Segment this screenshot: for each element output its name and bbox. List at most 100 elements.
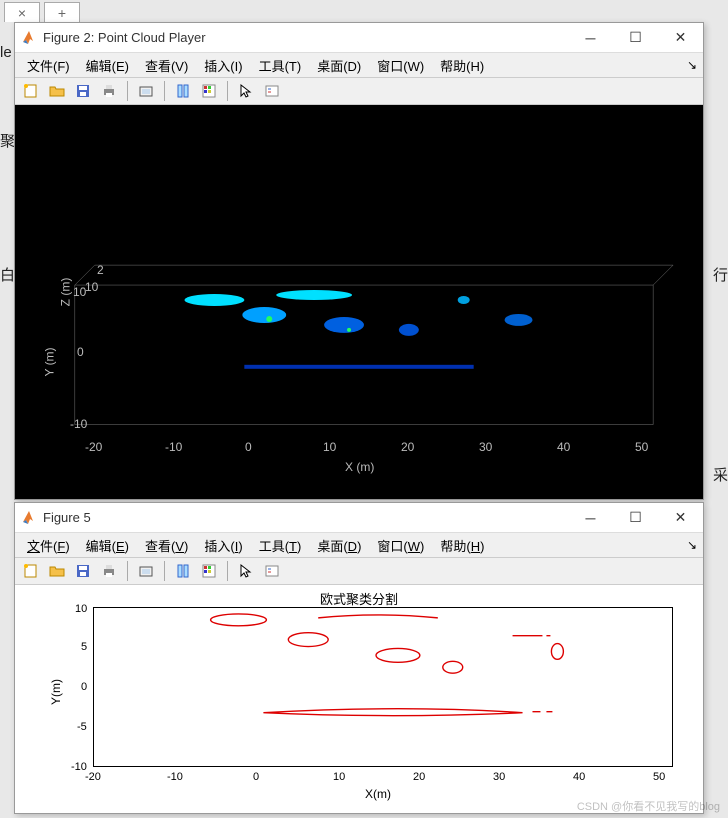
cluster-plot [93, 607, 673, 767]
print-preview-icon[interactable] [134, 79, 158, 103]
colorbar-icon[interactable] [197, 79, 221, 103]
menu-help[interactable]: 帮助(H) [434, 534, 490, 557]
toolbar [15, 77, 703, 105]
window-title: Figure 5 [43, 510, 91, 525]
print-icon[interactable] [97, 79, 121, 103]
x-tick: 40 [557, 440, 570, 454]
menu-insert[interactable]: 插入(I) [198, 54, 248, 77]
link-axes-icon[interactable] [171, 79, 195, 103]
bg-text: 采 [713, 464, 728, 485]
y-tick: -5 [77, 721, 87, 733]
menu-overflow-icon[interactable]: ↘ [687, 58, 697, 72]
open-icon[interactable] [45, 559, 69, 583]
titlebar[interactable]: Figure 5 ─ ☐ ✕ [15, 503, 703, 533]
colorbar-icon[interactable] [197, 559, 221, 583]
x-tick: -20 [85, 440, 102, 454]
separator [127, 81, 128, 101]
x-tick: 50 [653, 771, 665, 783]
separator [227, 81, 228, 101]
separator [164, 81, 165, 101]
point-cloud-plot [15, 105, 703, 499]
minimize-button[interactable]: ─ [568, 23, 613, 53]
menu-tools[interactable]: 工具(T) [253, 54, 308, 77]
menu-overflow-icon[interactable]: ↘ [687, 538, 697, 552]
menu-help[interactable]: 帮助(H) [434, 54, 490, 77]
x-tick: 0 [245, 440, 252, 454]
menu-window[interactable]: 窗口(W) [371, 534, 430, 557]
open-icon[interactable] [45, 79, 69, 103]
close-button[interactable]: ✕ [658, 23, 703, 53]
y-axis-label: Y (m) [43, 347, 57, 376]
y-tick: -10 [70, 417, 87, 431]
legend-icon[interactable] [260, 79, 284, 103]
bg-tab-add[interactable]: + [44, 2, 80, 22]
menu-desktop[interactable]: 桌面(D) [311, 534, 367, 557]
print-preview-icon[interactable] [134, 559, 158, 583]
bg-text: le [0, 44, 12, 61]
z-tick: 2 [97, 263, 104, 277]
x-axis-label: X(m) [365, 787, 391, 801]
y-axis-label: Y(m) [49, 679, 63, 705]
matlab-icon [21, 510, 37, 526]
x-tick: 0 [253, 771, 259, 783]
x-tick: -10 [167, 771, 183, 783]
x-tick: 50 [635, 440, 648, 454]
menu-file[interactable]: 文文件(F)件(F) [21, 534, 76, 557]
x-tick: 40 [573, 771, 585, 783]
new-figure-icon[interactable] [19, 79, 43, 103]
menubar: 文文件(F)件(F) 编辑(E) 查看(V) 插入(I) 工具(T) 桌面(D)… [15, 533, 703, 557]
titlebar[interactable]: Figure 2: Point Cloud Player ─ ☐ ✕ [15, 23, 703, 53]
separator [164, 561, 165, 581]
menu-tools[interactable]: 工具(T) [253, 534, 308, 557]
menu-desktop[interactable]: 桌面(D) [311, 54, 367, 77]
x-tick: 20 [401, 440, 414, 454]
y-tick: 0 [81, 681, 87, 693]
x-tick: 30 [493, 771, 505, 783]
z-axis-label: Z (m) [58, 278, 72, 307]
toolbar [15, 557, 703, 585]
menubar: 文件(F) 编辑(E) 查看(V) 插入(I) 工具(T) 桌面(D) 窗口(W… [15, 53, 703, 77]
maximize-button[interactable]: ☐ [613, 503, 658, 533]
plot-canvas[interactable]: 欧式聚类分割 -10 [15, 585, 703, 813]
x-tick: 10 [333, 771, 345, 783]
plot-title: 欧式聚类分割 [15, 589, 703, 608]
y-tick: 10 [75, 603, 87, 615]
x-tick: -10 [165, 440, 182, 454]
x-axis-label: X (m) [345, 460, 374, 474]
print-icon[interactable] [97, 559, 121, 583]
x-tick: -20 [85, 771, 101, 783]
figure-window-2: Figure 2: Point Cloud Player ─ ☐ ✕ 文件(F)… [14, 22, 704, 500]
y-tick: 5 [81, 641, 87, 653]
y-tick: 0 [77, 345, 84, 359]
x-tick: 20 [413, 771, 425, 783]
menu-window[interactable]: 窗口(W) [371, 54, 430, 77]
bg-text: 行 [713, 264, 728, 285]
separator [127, 561, 128, 581]
window-title: Figure 2: Point Cloud Player [43, 30, 206, 45]
pointer-icon[interactable] [234, 559, 258, 583]
link-axes-icon[interactable] [171, 559, 195, 583]
matlab-icon [21, 30, 37, 46]
x-tick: 10 [323, 440, 336, 454]
minimize-button[interactable]: ─ [568, 503, 613, 533]
bg-text: 聚 [0, 130, 15, 151]
separator [227, 561, 228, 581]
plot-canvas[interactable]: -20 -10 0 10 20 30 40 50 X (m) -10 0 10 … [15, 105, 703, 499]
bg-text: 白 [0, 264, 15, 285]
menu-edit[interactable]: 编辑(E) [80, 534, 135, 557]
pointer-icon[interactable] [234, 79, 258, 103]
bg-tab-close[interactable]: × [4, 2, 40, 22]
menu-file[interactable]: 文件(F) [21, 54, 76, 77]
legend-icon[interactable] [260, 559, 284, 583]
menu-view[interactable]: 查看(V) [139, 54, 194, 77]
new-figure-icon[interactable] [19, 559, 43, 583]
save-icon[interactable] [71, 79, 95, 103]
menu-insert[interactable]: 插入(I) [198, 534, 248, 557]
close-button[interactable]: ✕ [658, 503, 703, 533]
figure-window-5: Figure 5 ─ ☐ ✕ 文文件(F)件(F) 编辑(E) 查看(V) 插入… [14, 502, 704, 814]
maximize-button[interactable]: ☐ [613, 23, 658, 53]
watermark: CSDN @你看不见我写的blog [577, 798, 720, 814]
menu-view[interactable]: 查看(V) [139, 534, 194, 557]
save-icon[interactable] [71, 559, 95, 583]
menu-edit[interactable]: 编辑(E) [80, 54, 135, 77]
